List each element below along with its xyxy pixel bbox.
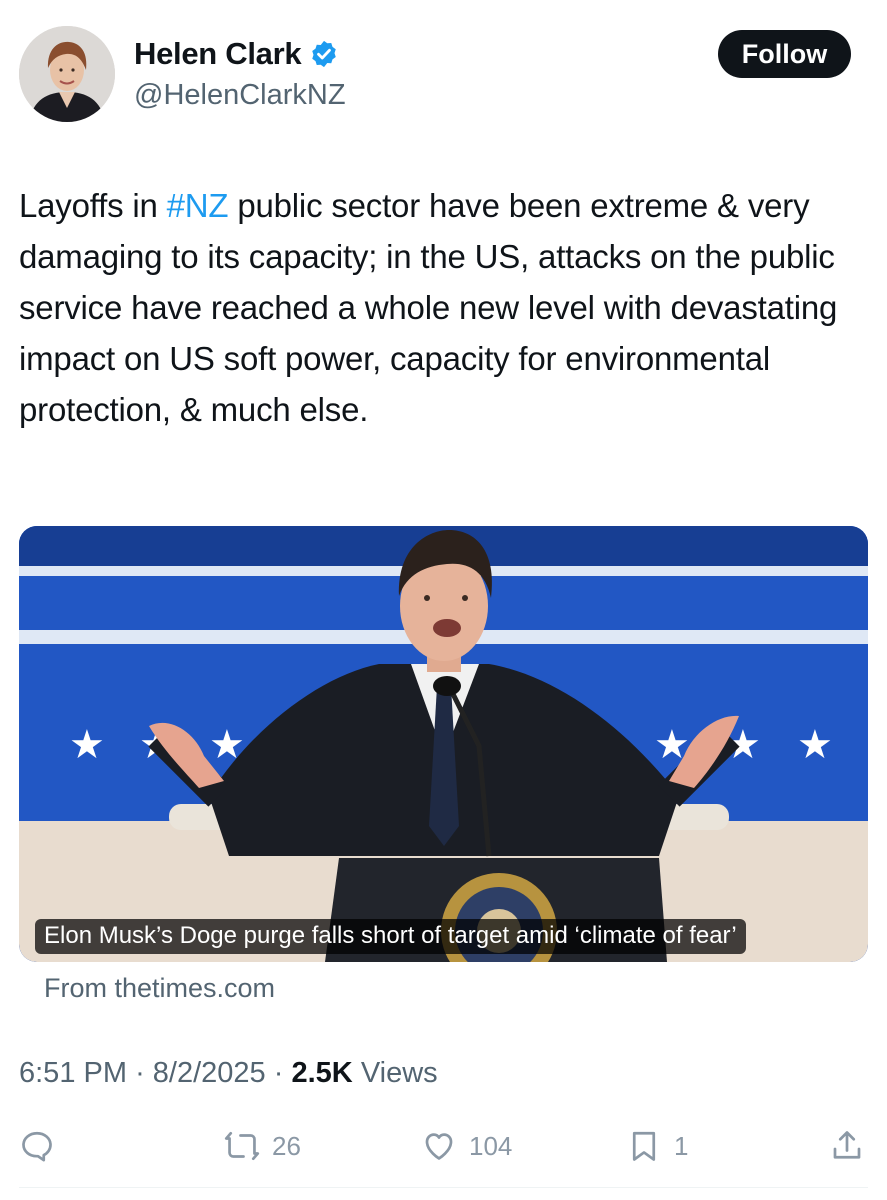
link-card-caption: Elon Musk’s Doge purge falls short of ta… — [35, 919, 746, 954]
tweet-date[interactable]: 8/2/2025 — [153, 1057, 266, 1089]
bottom-divider — [19, 1187, 868, 1188]
author-handle[interactable]: @HelenClarkNZ — [134, 79, 346, 112]
follow-button[interactable]: Follow — [718, 30, 851, 78]
meta-separator: · — [135, 1057, 145, 1089]
bookmark-button[interactable]: 1 — [626, 1122, 688, 1170]
avatar-photo — [19, 26, 115, 122]
display-name[interactable]: Helen Clark — [134, 36, 302, 72]
views-label: Views — [360, 1057, 438, 1089]
heart-icon — [425, 1133, 453, 1160]
hashtag-link[interactable]: #NZ — [167, 187, 229, 224]
speaker-at-podium-photo: ★ ★ ★ ★ ★ ★ ★ ★ — [19, 526, 868, 962]
retweet-button[interactable]: 26 — [224, 1122, 301, 1170]
tweet-text: Layoffs in #NZ public sector have been e… — [19, 180, 874, 435]
svg-text:★: ★ — [69, 722, 105, 768]
retweet-count: 26 — [272, 1130, 301, 1161]
link-source[interactable]: From thetimes.com — [44, 973, 275, 1004]
share-icon — [833, 1131, 861, 1159]
svg-text:★: ★ — [797, 722, 833, 768]
views-count: 2.5K — [291, 1057, 353, 1089]
verified-badge-icon[interactable] — [309, 39, 339, 69]
link-card[interactable]: ★ ★ ★ ★ ★ ★ ★ ★ Elon Musk’s — [19, 526, 868, 962]
action-bar: 26 104 1 — [19, 1122, 869, 1170]
avatar[interactable] — [19, 26, 115, 122]
bookmark-icon — [632, 1131, 656, 1161]
bookmark-count: 1 — [674, 1130, 689, 1161]
reply-button[interactable] — [19, 1122, 55, 1170]
reply-icon — [22, 1131, 52, 1162]
tweet-time[interactable]: 6:51 PM — [19, 1057, 127, 1089]
retweet-icon — [224, 1131, 260, 1161]
author-name-row: Helen Clark — [134, 36, 339, 72]
like-count: 104 — [469, 1130, 513, 1161]
meta-separator: · — [273, 1057, 284, 1089]
tweet-meta: 6:51 PM · 8/2/2025 · 2.5K Views — [19, 1057, 438, 1090]
tweet-text-part: Layoffs in — [19, 187, 167, 224]
share-button[interactable] — [829, 1122, 865, 1170]
like-button[interactable]: 104 — [421, 1122, 512, 1170]
